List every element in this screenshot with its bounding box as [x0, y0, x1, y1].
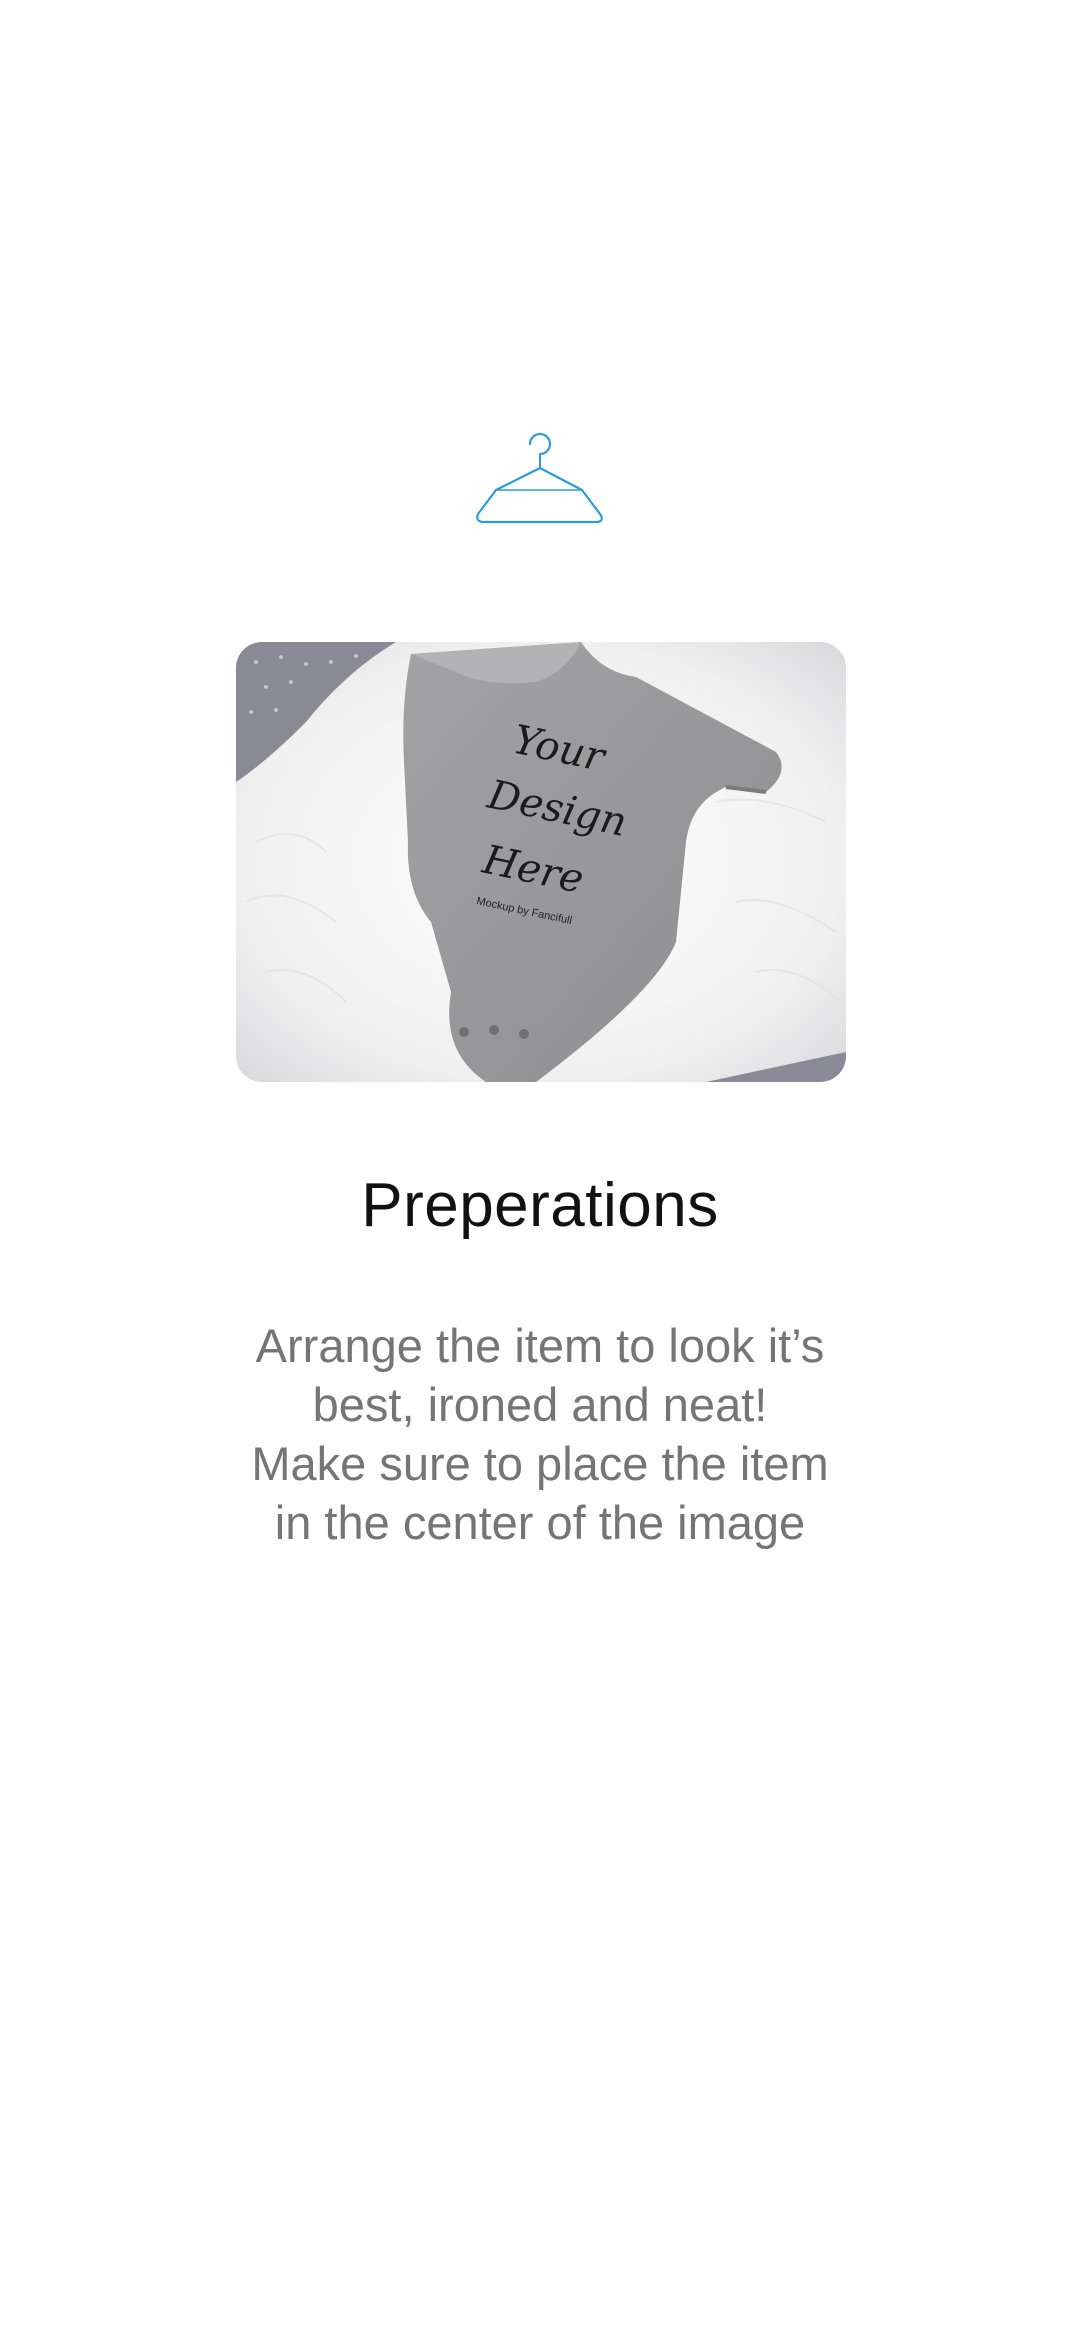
- hanger-icon: [474, 430, 606, 532]
- instructions-line: Make sure to place the item: [251, 1437, 829, 1490]
- page-title: Preperations: [361, 1171, 719, 1240]
- instructions-line: in the center of the image: [274, 1496, 806, 1549]
- instructions-line: best, ironed and neat!: [312, 1378, 768, 1431]
- product-photo: Your Design Here Mockup by Fancifull: [236, 642, 846, 1082]
- instructions-line: Arrange the item to look it’s: [255, 1319, 825, 1372]
- instructions-text: Arrange the item to look it’s best, iron…: [180, 1316, 900, 1552]
